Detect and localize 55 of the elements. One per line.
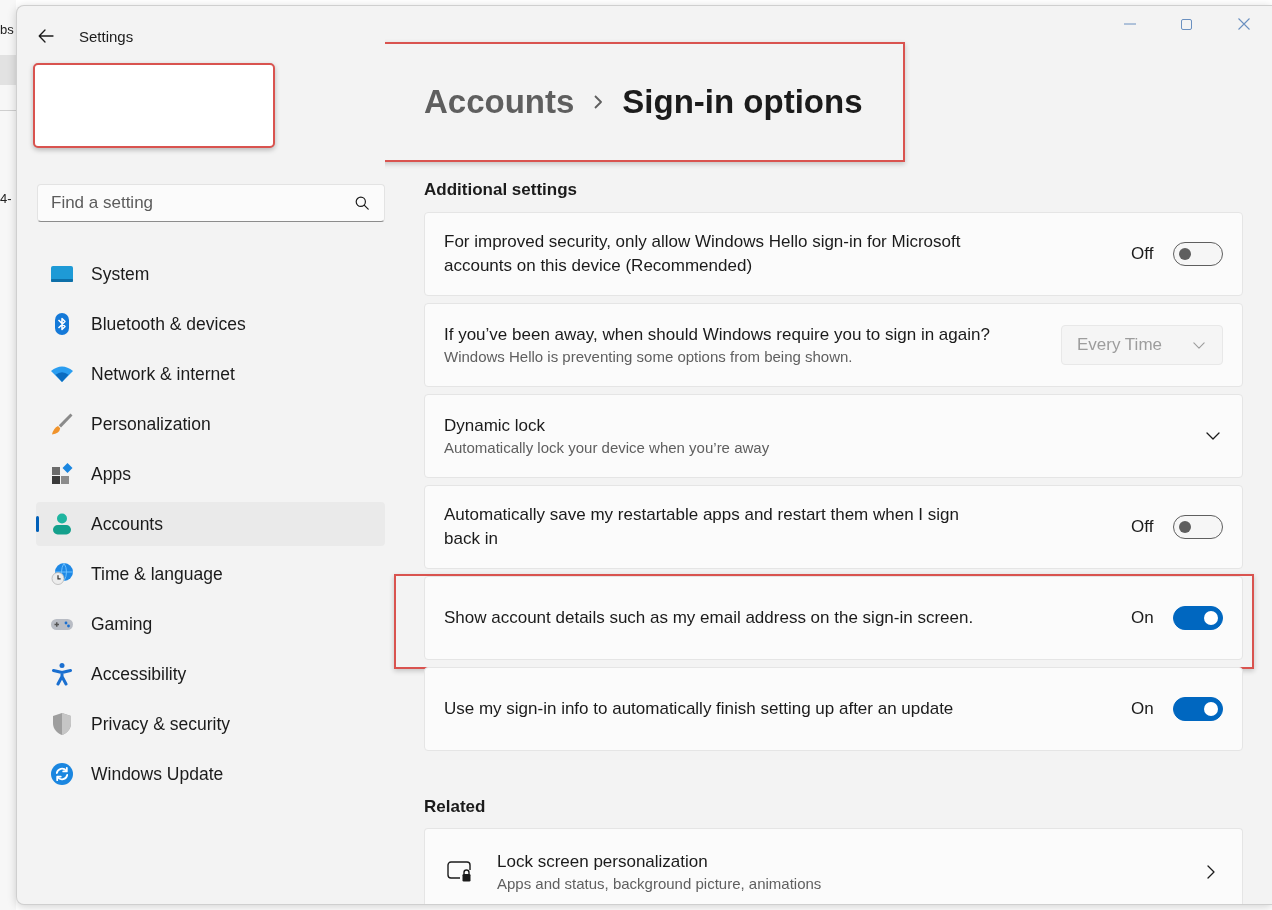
breadcrumb-link[interactable]: Accounts <box>424 83 575 121</box>
setting-title: Use my sign-in info to automatically finish setting up after an update <box>444 698 955 720</box>
toggle-switch[interactable] <box>1173 697 1223 721</box>
expander-card[interactable]: Dynamic lock Automatically lock your device when you’re away <box>424 394 1243 478</box>
window-title: Settings <box>79 27 134 45</box>
sidebar-item[interactable]: Windows Update <box>36 752 385 796</box>
apps-grid-icon <box>50 462 74 486</box>
close-icon <box>1237 18 1250 30</box>
background-text: 4- <box>0 191 13 207</box>
toggle-switch[interactable] <box>1173 242 1223 266</box>
search-field[interactable]: Find a setting <box>37 184 385 222</box>
sidebar-item[interactable]: Time & language <box>36 552 385 596</box>
toggle-state-label: On <box>1131 699 1155 719</box>
toggle-switch[interactable] <box>1173 606 1223 630</box>
globe-clock-icon <box>50 562 74 586</box>
toggle-state-label: Off <box>1131 244 1155 264</box>
sidebar-item[interactable]: Gaming <box>36 602 385 646</box>
back-arrow-icon <box>38 29 54 43</box>
setting-title: Lock screen personalization <box>497 850 709 873</box>
setting-title: Dynamic lock <box>444 415 547 437</box>
sidebar-item[interactable]: System <box>36 252 385 296</box>
setting-title: For improved security, only allow Windows Hello sign-in for Microsoft accounts on this device (Recommended) <box>444 231 962 277</box>
section-heading: Additional settings <box>424 179 578 201</box>
setting-description: Apps and status, background picture, animations <box>497 873 823 894</box>
maximize-icon <box>1181 18 1192 30</box>
person-icon <box>50 512 74 536</box>
toggle-state-label: Off <box>1131 517 1155 537</box>
sidebar-item[interactable]: Bluetooth & devices <box>36 302 385 346</box>
sidebar-item[interactable]: Network & internet <box>36 352 385 396</box>
sidebar-item[interactable]: Apps <box>36 452 385 496</box>
setting-description: Automatically lock your device when you’re away <box>444 438 771 458</box>
refresh-icon <box>50 762 74 786</box>
chevron-right-icon <box>1207 864 1215 879</box>
toggle-switch[interactable] <box>1173 515 1223 539</box>
section-heading: Related <box>424 796 487 818</box>
toggle-state-label: On <box>1131 608 1155 628</box>
setting-description: Windows Hello is preventing some options from being shown. <box>444 347 854 367</box>
sidebar-item[interactable]: Accounts <box>36 502 385 546</box>
setting-title: Automatically save my restartable apps and restart them when I sign back in <box>444 504 960 550</box>
shield-icon <box>50 712 74 736</box>
minimize-icon <box>1123 23 1136 25</box>
setting-title: Show account details such as my email address on the sign-in screen. <box>444 607 975 629</box>
paintbrush-icon <box>50 412 74 436</box>
sidebar-item[interactable]: Personalization <box>36 402 385 446</box>
setting-title: If you’ve been away, when should Windows require you to sign in again? <box>444 324 991 346</box>
search-icon <box>355 196 369 210</box>
chevron-down-icon <box>1193 341 1205 349</box>
page-title: Sign-in options <box>622 83 863 121</box>
sidebar-item[interactable]: Accessibility <box>36 652 385 696</box>
link-card[interactable]: Lock screen personalization Apps and status, background picture, animations <box>424 828 1243 904</box>
sidebar-item[interactable]: Privacy & security <box>36 702 385 746</box>
accessibility-icon <box>50 662 74 686</box>
background-text: bs <box>0 22 15 38</box>
lock-screen-icon <box>447 860 473 883</box>
chevron-right-icon <box>594 95 603 109</box>
